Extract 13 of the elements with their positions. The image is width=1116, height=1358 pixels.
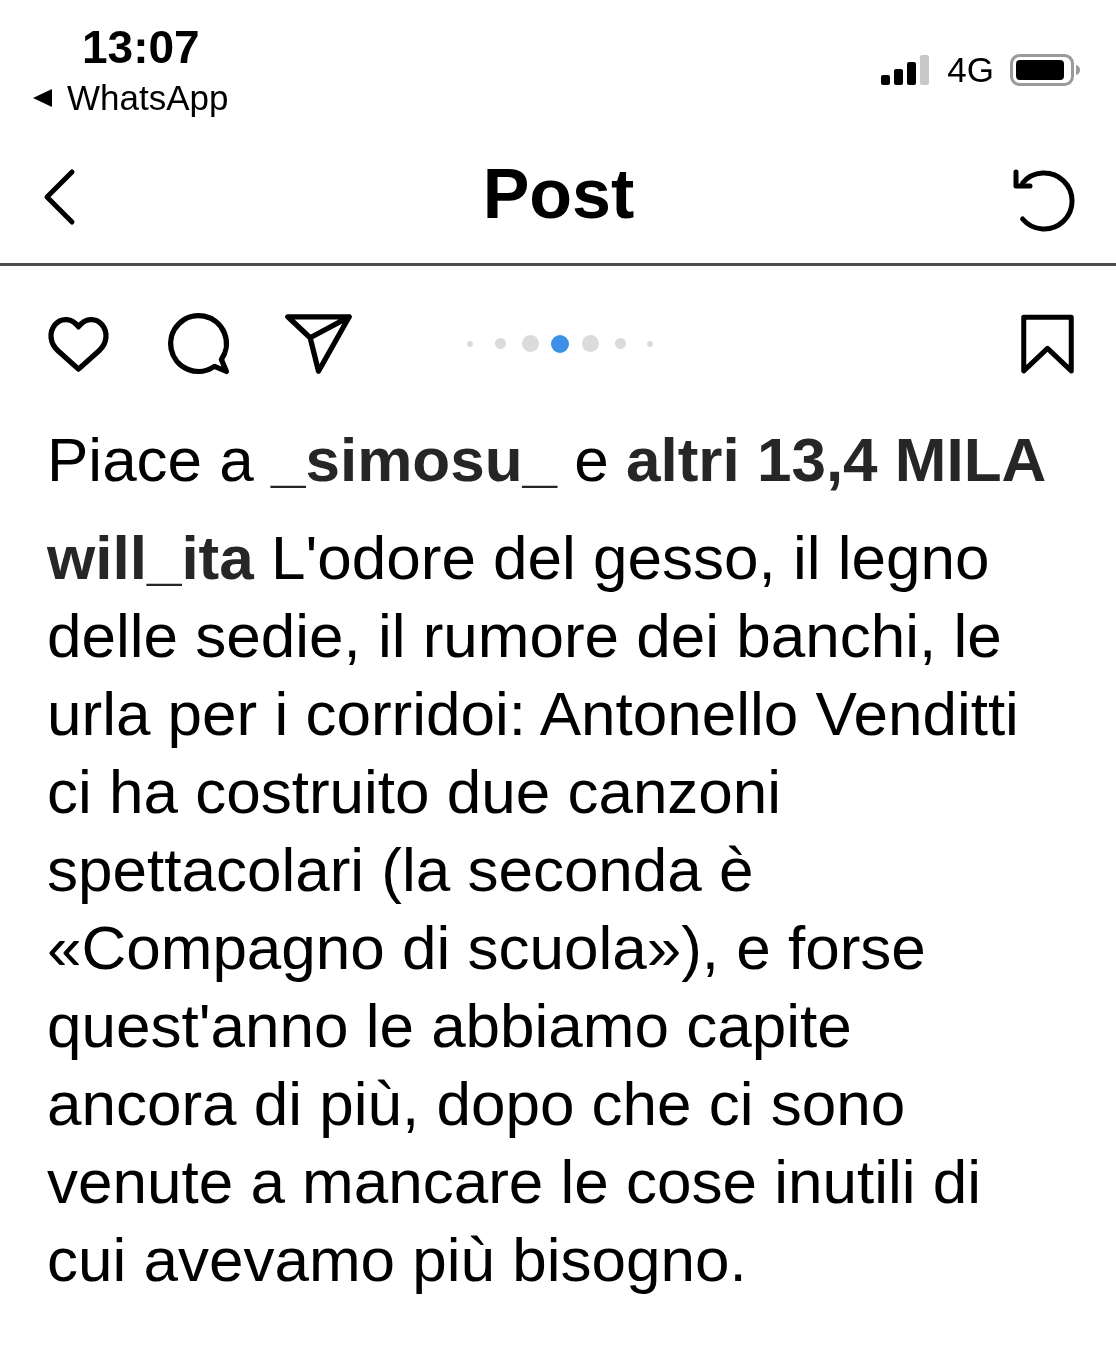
page-title: Post	[482, 153, 635, 234]
speech-bubble-icon[interactable]	[165, 310, 232, 377]
battery-icon	[1010, 54, 1080, 86]
post-caption: will_ita L'odore del gesso, il legno delle sedie, il rumore dei banchi, le urla per i corridoi: Antonello Venditti ci ha costruito due canzoni spettacolari (la seconda è «Compagno di scuola»), e forse quest'anno le abbiamo capite ancora di più, dopo che ci sono venute a mancare le cose inutili di cui avevamo più bisogno.	[46, 522, 1020, 1296]
network-type-label: 4G	[947, 52, 994, 88]
bookmark-icon[interactable]	[1020, 313, 1075, 374]
chevron-left-icon[interactable]	[42, 167, 76, 226]
paper-plane-icon[interactable]	[285, 313, 352, 374]
back-to-app-link[interactable]: WhatsApp	[33, 78, 229, 118]
left-triangle-icon	[33, 89, 52, 107]
likes-text: Piace a _simosu_ e altri 13,4 MILA	[46, 424, 1048, 496]
status-time: 13:07	[82, 22, 200, 72]
signal-bars-icon	[881, 55, 932, 85]
